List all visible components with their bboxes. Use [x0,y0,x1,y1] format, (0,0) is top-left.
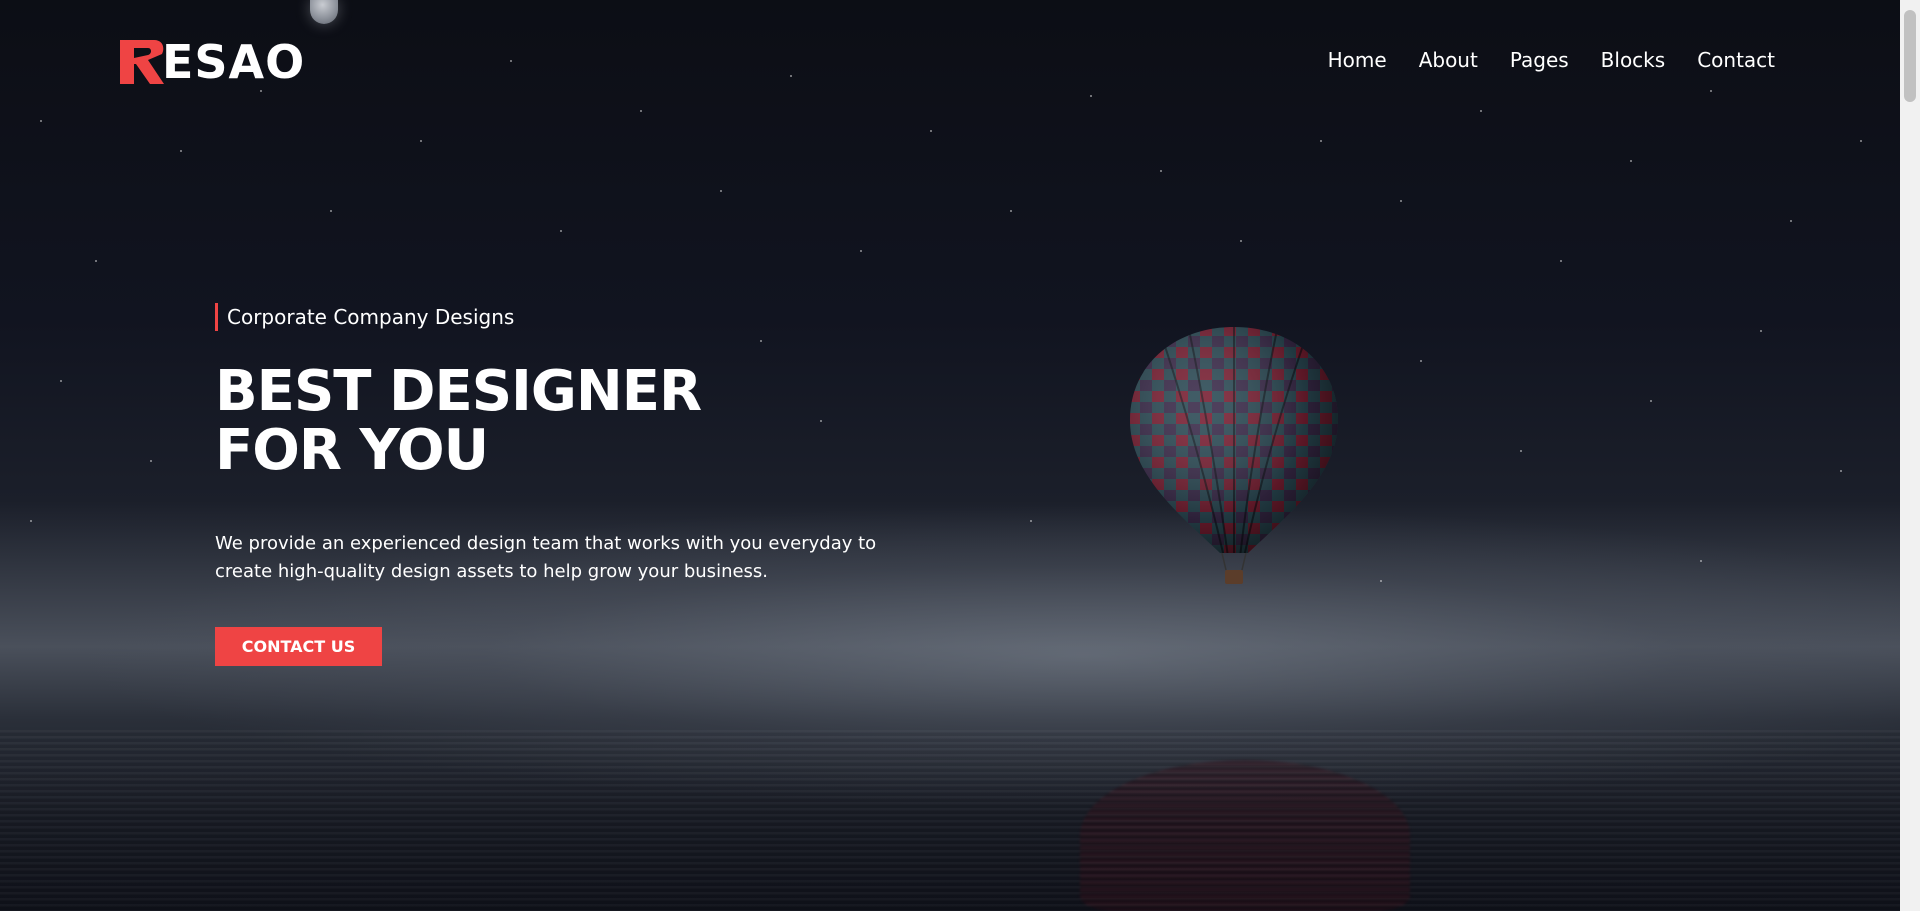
hot-air-balloon-icon [1130,327,1338,584]
hero-description: We provide an experienced design team th… [215,533,877,582]
logo-mark-icon [120,40,164,84]
nav-item-home[interactable]: Home [1328,48,1387,72]
main-nav: Home About Pages Blocks Contact [1296,48,1775,72]
nav-item-pages[interactable]: Pages [1510,48,1569,72]
nav-item-contact[interactable]: Contact [1697,48,1775,72]
nav-item-about[interactable]: About [1419,48,1478,72]
logo[interactable]: ESAO [118,38,305,86]
nav-item-blocks[interactable]: Blocks [1601,48,1666,72]
headline-line-2: FOR YOU [215,418,489,483]
hero-headline: BEST DESIGNER FOR YOU [215,359,702,483]
page-scrollbar[interactable] [1900,0,1920,911]
hero-tagline: Corporate Company Designs [215,303,514,331]
headline-line-1: BEST DESIGNER [215,359,702,424]
contact-us-button[interactable]: CONTACT US [215,627,382,666]
logo-text: ESAO [162,35,306,89]
scrollbar-thumb[interactable] [1904,10,1916,102]
water-surface [0,730,1900,911]
balloon-reflection [1080,760,1410,911]
